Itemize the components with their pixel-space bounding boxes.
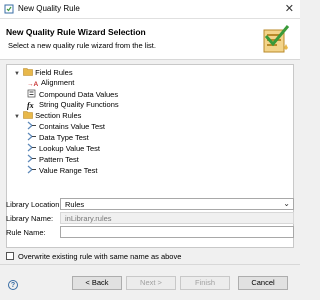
close-icon[interactable]: ✕ <box>285 2 294 15</box>
footer-divider <box>0 264 300 265</box>
tree-item-label: Pattern Test <box>39 155 79 164</box>
compound-data-icon <box>27 89 36 98</box>
cancel-button[interactable]: Cancel <box>238 276 288 290</box>
folder-icon <box>23 68 33 76</box>
folder-icon <box>23 111 33 119</box>
collapse-icon[interactable]: ▼ <box>13 112 21 122</box>
collapse-icon[interactable]: ▼ <box>13 69 21 79</box>
tree-item-label: Contains Value Test <box>39 122 106 131</box>
page-title: New Quality Rule Wizard Selection <box>6 27 146 37</box>
page-subtitle: Select a new quality rule wizard from th… <box>8 41 156 50</box>
tree-item-label: Alignment <box>41 78 75 87</box>
rule-name-input[interactable] <box>60 226 294 238</box>
alignment-arrow-icon: →A <box>27 81 39 88</box>
tree-group-field-rules[interactable]: ▼ Field Rules <box>13 67 73 77</box>
tree-item-lookup-value-test[interactable]: Lookup Value Test <box>27 143 100 153</box>
test-icon <box>27 143 36 152</box>
wizard-header: New Quality Rule Wizard Selection Select… <box>0 19 300 60</box>
rule-name-label: Rule Name: <box>6 228 46 237</box>
function-icon: fx <box>27 101 34 110</box>
test-icon <box>27 132 36 141</box>
tree-item-alignment[interactable]: →A Alignment <box>27 78 74 88</box>
quality-rule-wizard-icon <box>263 25 290 53</box>
library-name-label: Library Name: <box>6 214 54 223</box>
tree-item-label: Lookup Value Test <box>39 144 101 153</box>
test-icon <box>27 121 36 130</box>
tree-group-label: Section Rules <box>35 111 82 120</box>
finish-button[interactable]: Finish <box>180 276 230 290</box>
chevron-down-icon[interactable]: ⌄ <box>283 199 290 208</box>
tree-item-label: Compound Data Values <box>39 90 119 99</box>
tree-item-label: Data Type Test <box>39 133 89 142</box>
back-button[interactable]: < Back <box>72 276 122 290</box>
tree-group-label: Field Rules <box>35 68 73 77</box>
tree-item-label: Value Range Test <box>39 166 98 175</box>
library-name-value: inLibrary.rules <box>65 214 112 223</box>
test-icon <box>27 165 36 174</box>
tree-group-section-rules[interactable]: ▼ Section Rules <box>13 110 81 120</box>
library-name-field: inLibrary.rules <box>60 212 294 224</box>
tree-item-data-type-test[interactable]: Data Type Test <box>27 132 89 142</box>
overwrite-option[interactable]: Overwrite existing rule with same name a… <box>6 252 181 261</box>
window-title: New Quality Rule <box>18 4 80 13</box>
overwrite-checkbox[interactable] <box>6 252 14 260</box>
tree-item-pattern-test[interactable]: Pattern Test <box>27 154 79 164</box>
overwrite-label: Overwrite existing rule with same name a… <box>18 252 182 261</box>
library-location-select[interactable]: Rules ⌄ <box>60 198 294 210</box>
help-icon[interactable]: ? <box>8 280 18 290</box>
test-icon <box>27 154 36 163</box>
app-icon <box>4 4 14 14</box>
next-button[interactable]: Next > <box>126 276 176 290</box>
tree-item-contains-value-test[interactable]: Contains Value Test <box>27 121 105 131</box>
tree-item-value-range-test[interactable]: Value Range Test <box>27 165 98 175</box>
window-titlebar: New Quality Rule ✕ <box>0 0 300 19</box>
tree-item-string-quality-functions[interactable]: fx String Quality Functions <box>27 100 119 110</box>
library-location-label: Library Location: <box>6 200 62 209</box>
tree-item-compound-data-values[interactable]: Compound Data Values <box>27 89 118 99</box>
library-location-value: Rules <box>65 200 85 209</box>
tree-item-label: String Quality Functions <box>39 100 119 109</box>
